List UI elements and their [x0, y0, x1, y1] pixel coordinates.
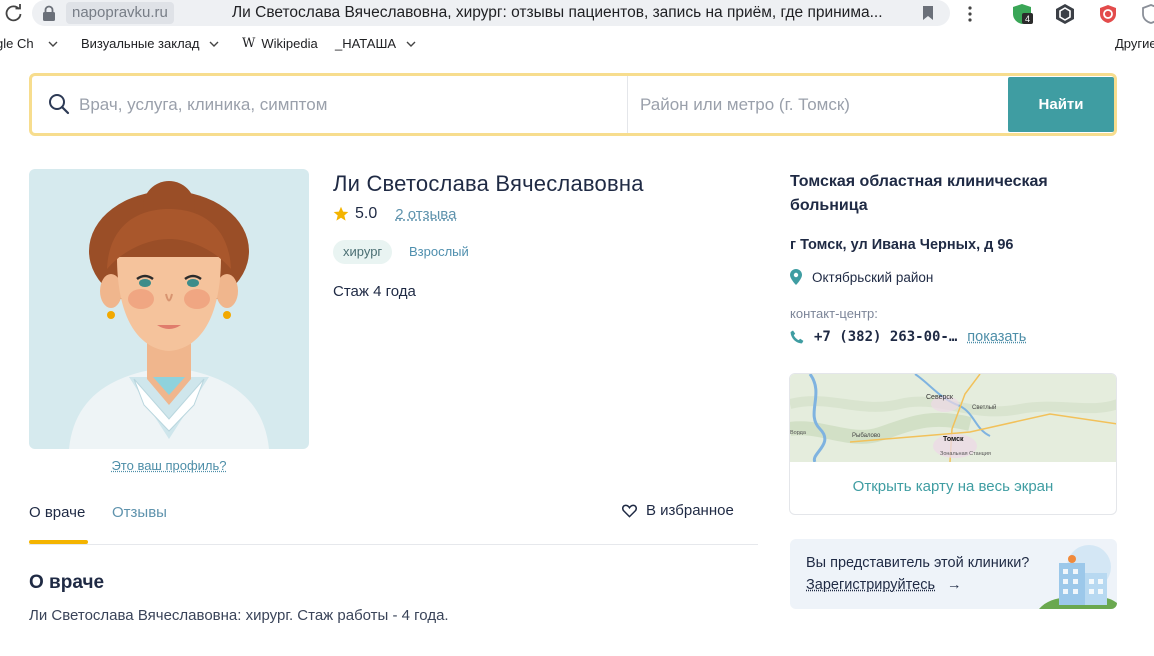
- add-to-favorites-button[interactable]: В избранное: [622, 502, 734, 519]
- search-location-placeholder: Район или метро (г. Томск): [640, 95, 850, 114]
- clinic-name-link[interactable]: Томская областная клиническая больница: [790, 170, 1110, 218]
- rating-score: 5.0: [355, 205, 378, 222]
- reviews-link[interactable]: 2 отзыва: [395, 206, 456, 223]
- map-label-zonalnaya: Зональная Станция: [940, 451, 991, 457]
- phone-number: +7 (382) 263-00-…: [814, 329, 958, 345]
- clinic-district: Октябрьский район: [790, 269, 933, 285]
- map-label-vorda: Ворда: [790, 430, 807, 436]
- bookmark-folder-google[interactable]: gle Ch: [0, 36, 58, 51]
- is-this-your-profile-link[interactable]: Это ваш профиль?: [29, 458, 309, 473]
- doctor-experience: Стаж 4 года: [333, 283, 416, 300]
- clinic-map-card[interactable]: Северск Светлый Рыбалово Томск Зональная…: [789, 373, 1117, 515]
- bookmarks-bar: gle Ch Визуальные заклад W Wikipedia _НА…: [0, 33, 1154, 55]
- bookmark-label: Wikipedia: [261, 36, 318, 51]
- hexagon-extension-icon[interactable]: [1054, 3, 1076, 25]
- chevron-down-icon: [406, 41, 416, 47]
- arrow-right-icon: →: [947, 577, 962, 593]
- clinic-representative-card: Вы представитель этой клиники? Зарегистр…: [790, 539, 1117, 609]
- bookmark-label: gle Ch: [0, 36, 34, 51]
- heart-icon: [622, 504, 637, 518]
- map-label-tomsk: Томск: [943, 436, 964, 443]
- search-icon: [49, 94, 70, 115]
- chevron-down-icon: [48, 41, 58, 47]
- doctor-photo: [29, 169, 309, 449]
- open-fullscreen-map-link[interactable]: Открыть карту на весь экран: [790, 478, 1116, 495]
- map-label-seversk: Северск: [926, 394, 954, 401]
- search-query-field[interactable]: Врач, услуга, клиника, симптом: [32, 76, 628, 133]
- star-icon: [333, 206, 349, 221]
- bookmark-wikipedia[interactable]: W Wikipedia: [242, 36, 318, 51]
- browser-toolbar: napopravku.ru Ли Светослава Вячеславовна…: [0, 0, 1154, 28]
- shield-outline-extension-icon[interactable]: [1140, 3, 1154, 25]
- chevron-down-icon: [209, 41, 219, 47]
- doctor-rating: 5.0 2 отзыва: [333, 205, 456, 223]
- map-label-rybalovo: Рыбалово: [852, 433, 881, 439]
- hospital-building-icon: [1039, 545, 1117, 609]
- specialty-tag[interactable]: хирург: [333, 240, 393, 264]
- extension-badge: 4: [1025, 14, 1030, 24]
- favorites-label: В избранное: [646, 502, 734, 519]
- shield-extension-icon[interactable]: 4: [1011, 3, 1033, 25]
- tab-about-doctor[interactable]: О враче: [29, 504, 85, 521]
- phone-row: +7 (382) 263-00-… показать: [790, 329, 1026, 345]
- tab-reviews[interactable]: Отзывы: [112, 504, 167, 521]
- bookmark-icon[interactable]: [922, 6, 934, 20]
- find-button[interactable]: Найти: [1008, 77, 1114, 132]
- about-section-title: О враче: [29, 572, 105, 593]
- doctor-avatar-illustration: [69, 181, 269, 449]
- adblock-extension-icon[interactable]: [1097, 3, 1119, 25]
- page-title-in-address[interactable]: Ли Светослава Вячеславовна, хирург: отзы…: [232, 2, 883, 24]
- phone-icon: [790, 330, 804, 344]
- register-link-label: Зарегистрируйтесь: [806, 577, 935, 593]
- map-label-svetly: Светлый: [972, 404, 996, 411]
- map-pin-icon: [790, 269, 802, 285]
- bookmark-label: Другие: [1115, 36, 1154, 51]
- bookmark-folder-visual[interactable]: Визуальные заклад: [81, 36, 219, 51]
- about-section-text: Ли Светослава Вячеславовна: хирург. Стаж…: [29, 607, 449, 624]
- more-menu-icon[interactable]: [962, 5, 978, 23]
- url-domain[interactable]: napopravku.ru: [66, 2, 174, 24]
- search-bar: Врач, услуга, клиника, симптом Район или…: [29, 73, 1117, 136]
- reload-icon[interactable]: [4, 3, 24, 23]
- register-link[interactable]: Зарегистрируйтесь →: [806, 577, 962, 593]
- wikipedia-logo-icon: W: [242, 36, 256, 51]
- doctor-name: Ли Светослава Вячеславовна: [333, 171, 644, 196]
- bookmark-folder-natasha[interactable]: _НАТАША: [335, 36, 416, 51]
- age-group-tag[interactable]: Взрослый: [399, 240, 479, 264]
- bookmark-label: _НАТАША: [335, 36, 397, 51]
- address-bar[interactable]: napopravku.ru Ли Светослава Вячеславовна…: [32, 0, 950, 26]
- representative-question: Вы представитель этой клиники?: [806, 555, 1030, 571]
- search-query-placeholder: Врач, услуга, клиника, симптом: [79, 95, 328, 114]
- contact-center-label: контакт-центр:: [790, 306, 878, 321]
- map-preview[interactable]: Северск Светлый Рыбалово Томск Зональная…: [790, 374, 1117, 462]
- show-phone-link[interactable]: показать: [967, 329, 1026, 345]
- other-bookmarks[interactable]: Другие: [1115, 36, 1154, 51]
- tabs-divider: [29, 544, 758, 545]
- lock-icon[interactable]: [42, 5, 56, 21]
- clinic-address: г Томск, ул Ивана Черных, д 96: [790, 237, 1014, 253]
- district-label: Октябрьский район: [812, 269, 934, 285]
- bookmark-label: Визуальные заклад: [81, 36, 200, 51]
